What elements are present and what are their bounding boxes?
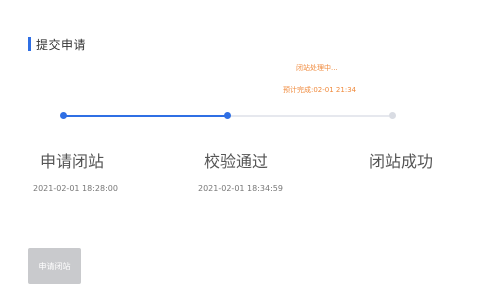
progress-track-pending [229, 115, 389, 117]
step-2-time: 2021-02-01 18:34:59 [198, 184, 283, 193]
progress-track-completed [64, 115, 227, 117]
step-1-time: 2021-02-01 18:28:00 [33, 184, 118, 193]
step-2-label: 校验通过 [204, 152, 269, 171]
apply-close-button[interactable]: 申请闭站 [28, 248, 81, 284]
step-1-dot [60, 112, 67, 119]
estimated-completion-text: 预计完成:02-01 21:34 [283, 86, 357, 94]
step-3-dot [389, 112, 396, 119]
section-header: 提交申请 [28, 36, 86, 52]
step-3-label: 闭站成功 [369, 152, 434, 171]
title-accent-bar [28, 37, 31, 51]
step-1-label: 申请闭站 [40, 152, 105, 171]
processing-status-text: 闭站处理中... [296, 64, 338, 72]
section-title: 提交申请 [36, 37, 87, 52]
step-2-dot [224, 112, 231, 119]
